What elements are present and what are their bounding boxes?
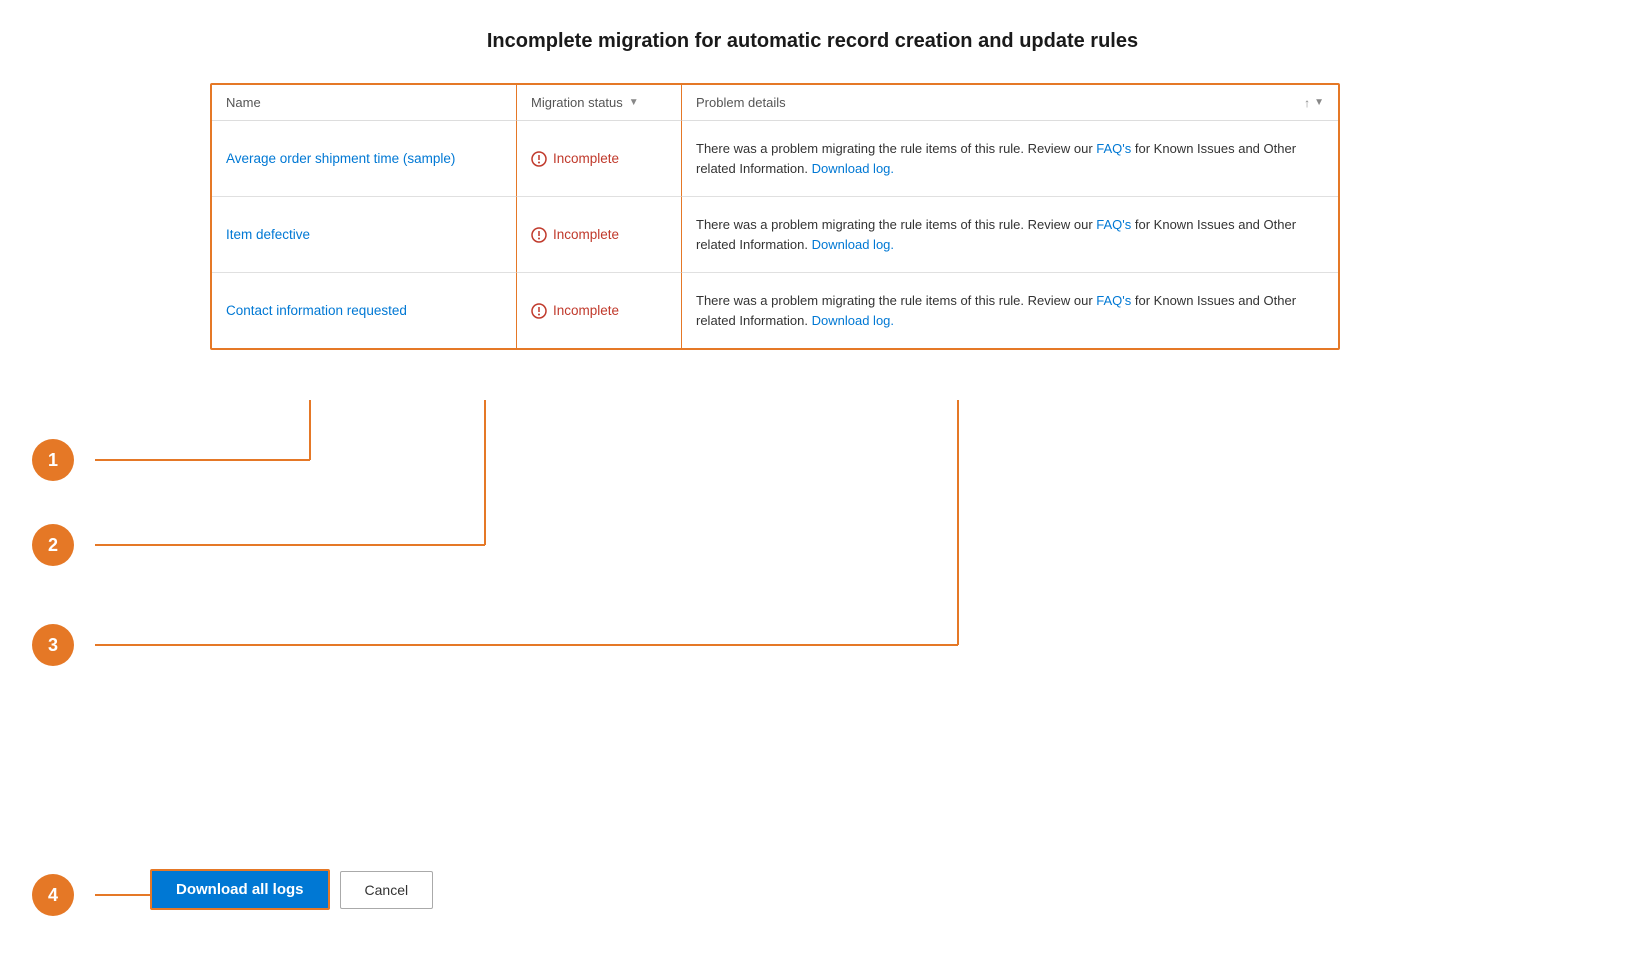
row3-download-link[interactable]: Download log.	[812, 313, 894, 328]
row3-detail-text: There was a problem migrating the rule i…	[696, 291, 1324, 330]
row2-details-cell: There was a problem migrating the rule i…	[682, 197, 1338, 273]
col-header-details: Problem details ↑ ▼	[682, 85, 1338, 121]
row2-faq-link[interactable]: FAQ's	[1096, 217, 1131, 232]
row2-status-label: Incomplete	[553, 227, 619, 242]
row1-name-link[interactable]: Average order shipment time (sample)	[226, 151, 455, 166]
row2-name-cell: Item defective	[212, 197, 517, 273]
details-filter-icon[interactable]: ▼	[1314, 97, 1324, 108]
annotation-label-4: 4	[48, 885, 58, 906]
name-header-label: Name	[226, 95, 261, 110]
row1-status-icon	[531, 151, 547, 167]
annotation-label-1: 1	[48, 450, 58, 471]
button-area: Download all logs Cancel	[150, 869, 433, 910]
annotation-label-2: 2	[48, 535, 58, 556]
row2-name-link[interactable]: Item defective	[226, 227, 310, 242]
col-header-status[interactable]: Migration status ▼	[517, 85, 682, 121]
status-header-label: Migration status	[531, 95, 623, 110]
row3-status-icon	[531, 303, 547, 319]
row2-download-link[interactable]: Download log.	[812, 237, 894, 252]
page-title: Incomplete migration for automatic recor…	[60, 30, 1565, 53]
row2-status-cell: Incomplete	[517, 197, 682, 273]
annotation-circle-3: 3	[32, 624, 74, 666]
row1-status-cell: Incomplete	[517, 121, 682, 197]
col-header-name: Name	[212, 85, 517, 121]
row1-name-cell: Average order shipment time (sample)	[212, 121, 517, 197]
row3-status-label: Incomplete	[553, 303, 619, 318]
download-all-logs-button[interactable]: Download all logs	[150, 869, 330, 910]
table-grid: Name Migration status ▼ Problem details …	[212, 85, 1338, 348]
cancel-button[interactable]: Cancel	[340, 871, 434, 909]
annotation-circle-2: 2	[32, 524, 74, 566]
migration-table: Name Migration status ▼ Problem details …	[210, 83, 1340, 350]
annotation-circle-1: 1	[32, 439, 74, 481]
row2-detail-text: There was a problem migrating the rule i…	[696, 215, 1324, 254]
row1-details-cell: There was a problem migrating the rule i…	[682, 121, 1338, 197]
annotation-label-3: 3	[48, 635, 58, 656]
row3-status-cell: Incomplete	[517, 273, 682, 348]
row1-detail-text: There was a problem migrating the rule i…	[696, 139, 1324, 178]
row1-download-link[interactable]: Download log.	[812, 161, 894, 176]
details-header-icons: ↑ ▼	[1304, 96, 1324, 110]
row3-details-cell: There was a problem migrating the rule i…	[682, 273, 1338, 348]
sort-up-icon[interactable]: ↑	[1304, 96, 1310, 110]
row3-faq-link[interactable]: FAQ's	[1096, 293, 1131, 308]
row3-name-cell: Contact information requested	[212, 273, 517, 348]
row1-status-label: Incomplete	[553, 151, 619, 166]
annotation-circle-4: 4	[32, 874, 74, 916]
row3-name-link[interactable]: Contact information requested	[226, 303, 407, 318]
status-filter-icon[interactable]: ▼	[629, 97, 639, 108]
details-header-label: Problem details	[696, 95, 786, 110]
row1-faq-link[interactable]: FAQ's	[1096, 141, 1131, 156]
row2-status-icon	[531, 227, 547, 243]
